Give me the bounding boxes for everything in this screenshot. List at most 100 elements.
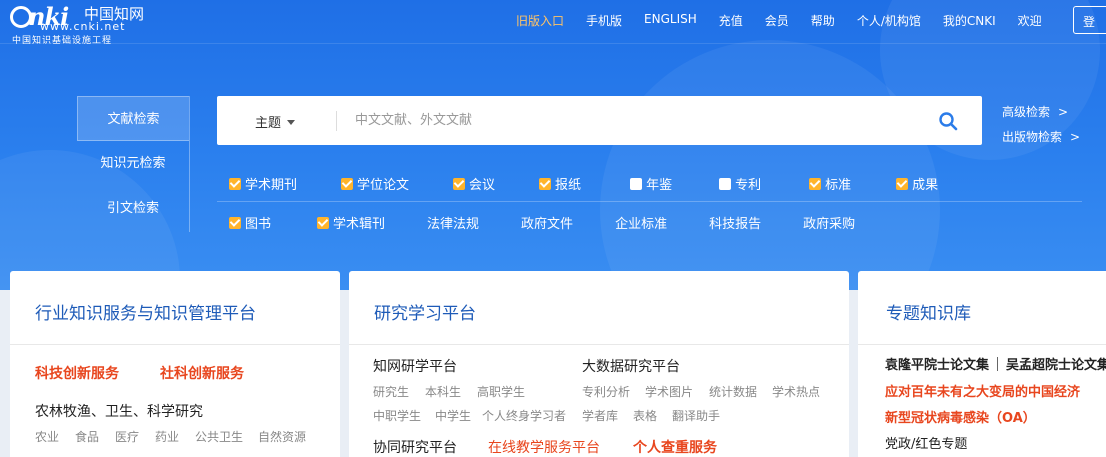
tab-citation-search[interactable]: 引文检索 [77, 186, 189, 231]
checkbox-checked-icon[interactable] [229, 177, 241, 190]
db-option[interactable]: 政府文件 [521, 213, 573, 232]
link-online-teaching[interactable]: 在线教学服务平台 [488, 437, 600, 457]
tag-food[interactable]: 食品 [75, 428, 99, 445]
search-icon[interactable] [938, 111, 958, 131]
link-tech-innovation[interactable]: 科技创新服务 [35, 363, 119, 383]
link-plagiarism-check[interactable]: 个人查重服务 [633, 437, 717, 457]
tag-academic-hotspots[interactable]: 学术热点 [772, 383, 820, 400]
db-option-label: 年鉴 [646, 178, 673, 193]
nav-member[interactable]: 会员 [765, 12, 789, 30]
nav-help[interactable]: 帮助 [811, 12, 835, 30]
db-option-label: 会议 [469, 178, 496, 193]
checkbox-checked-icon[interactable] [453, 177, 466, 190]
link-collaborative-research[interactable]: 协同研究平台 [373, 437, 457, 457]
tag-tables[interactable]: 表格 [633, 407, 657, 424]
tag-translation-assistant[interactable]: 翻译助手 [672, 407, 720, 424]
nav-welcome: 欢迎 [1017, 14, 1042, 28]
link-wu-mengchao[interactable]: 吴孟超院士论文集 [1006, 358, 1106, 373]
db-option[interactable]: 会议 [453, 174, 495, 193]
checkbox-unchecked-icon[interactable] [719, 177, 732, 190]
card-divider [349, 344, 849, 345]
tag-medical[interactable]: 医疗 [115, 428, 139, 445]
db-option[interactable]: 学术辑刊 [317, 213, 385, 232]
link-party-red-topic[interactable]: 党政/红色专题 [885, 433, 967, 452]
card-title[interactable]: 专题知识库 [886, 299, 971, 324]
db-option[interactable]: 成果 [896, 174, 938, 193]
db-option[interactable]: 法律法规 [427, 213, 479, 232]
db-option[interactable]: 专利 [719, 174, 761, 193]
tag-pharma[interactable]: 药业 [155, 428, 179, 445]
tag-scholar-library[interactable]: 学者库 [582, 407, 618, 424]
db-option-label: 成果 [912, 178, 939, 193]
nav-english[interactable]: ENGLISH [644, 12, 697, 30]
login-button[interactable]: 登 [1073, 6, 1106, 34]
checkbox-checked-icon[interactable] [341, 177, 354, 190]
card-title[interactable]: 行业知识服务与知识管理平台 [35, 299, 256, 324]
separator [997, 357, 999, 371]
tab-literature-search[interactable]: 文献检索 [77, 96, 189, 141]
link-cnki-study-platform[interactable]: 知网研学平台 [373, 356, 457, 376]
db-option-label: 专利 [735, 178, 762, 193]
db-option[interactable]: 标准 [809, 174, 851, 193]
checkbox-checked-icon[interactable] [317, 216, 330, 229]
cnki-logo[interactable]: nki 中国知网 www.cnki.net 中国知识基础设施工程 [10, 2, 160, 46]
tag-secondary-vocational[interactable]: 中职学生 [373, 407, 421, 424]
checkbox-checked-icon[interactable] [229, 216, 241, 229]
tag-undergraduate[interactable]: 本科生 [425, 383, 461, 400]
tag-vocational-college[interactable]: 高职学生 [477, 383, 525, 400]
db-option-label: 企业标准 [615, 217, 668, 232]
db-option[interactable]: 报纸 [539, 174, 581, 193]
tab-knowledge-element-search[interactable]: 知识元检索 [77, 141, 189, 186]
db-option[interactable]: 学术期刊 [229, 174, 297, 193]
db-option[interactable]: 图书 [229, 213, 271, 232]
tag-agriculture[interactable]: 农业 [35, 428, 59, 445]
section-agri-health-research[interactable]: 农林牧渔、卫生、科学研究 [35, 401, 203, 421]
search-field-select[interactable]: 主题 [255, 112, 296, 131]
card-title[interactable]: 研究学习平台 [374, 299, 476, 324]
db-option-label: 法律法规 [427, 217, 480, 232]
advanced-links: 高级检索 > 出版物检索 > [1002, 103, 1080, 153]
link-social-innovation[interactable]: 社科创新服务 [160, 363, 244, 383]
checkbox-checked-icon[interactable] [896, 177, 909, 190]
db-option-label: 学位论文 [357, 178, 410, 193]
tag-lifelong-learner[interactable]: 个人终身学习者 [482, 407, 566, 424]
tag-graduate[interactable]: 研究生 [373, 383, 409, 400]
top-bar: nki 中国知网 www.cnki.net 中国知识基础设施工程 旧版入口 手机… [0, 0, 1106, 46]
link-covid-topic[interactable]: 新型冠状病毒感染（OA） [885, 407, 1036, 426]
nav-mobile[interactable]: 手机版 [586, 12, 622, 30]
db-option-label: 学术期刊 [245, 178, 298, 193]
db-option-label: 报纸 [555, 178, 582, 193]
link-yuan-longping[interactable]: 袁隆平院士论文集 [885, 358, 989, 373]
logo-url: www.cnki.net [40, 20, 126, 33]
card-industry-platform: 行业知识服务与知识管理平台 科技创新服务 社科创新服务 农林牧渔、卫生、科学研究… [10, 271, 340, 457]
topic-line-1: 袁隆平院士论文集 吴孟超院士论文集 [885, 354, 1106, 373]
checkbox-unchecked-icon[interactable] [630, 177, 643, 190]
checkbox-checked-icon[interactable] [809, 177, 822, 190]
nav-my-cnki[interactable]: 我的CNKI [943, 12, 996, 30]
link-big-data-platform[interactable]: 大数据研究平台 [582, 356, 680, 376]
database-row-2: 图书 学术辑刊 法律法规 政府文件 企业标准 科技报告 政府采购 [229, 213, 855, 232]
tag-natural-resources[interactable]: 自然资源 [258, 428, 306, 445]
checkbox-checked-icon[interactable] [539, 177, 552, 190]
db-option[interactable]: 年鉴 [630, 174, 672, 193]
tag-middle-school[interactable]: 中学生 [435, 407, 471, 424]
search-input[interactable] [355, 108, 915, 132]
tag-public-health[interactable]: 公共卫生 [195, 428, 243, 445]
db-option-label: 政府采购 [803, 217, 856, 232]
link-china-economy-topic[interactable]: 应对百年未有之大变局的中国经济 [885, 381, 1080, 400]
db-option-label: 标准 [825, 178, 852, 193]
db-option[interactable]: 科技报告 [709, 213, 761, 232]
db-option[interactable]: 企业标准 [615, 213, 667, 232]
search-type-tabs: 文献检索 知识元检索 引文检索 [77, 96, 190, 232]
chevron-right-icon: > [1070, 130, 1081, 144]
tag-academic-images[interactable]: 学术图片 [645, 383, 693, 400]
tag-statistics[interactable]: 统计数据 [709, 383, 757, 400]
db-option[interactable]: 学位论文 [341, 174, 409, 193]
tag-patent-analysis[interactable]: 专利分析 [582, 383, 630, 400]
advanced-search-link[interactable]: 高级检索 > [1002, 103, 1080, 120]
nav-old-version[interactable]: 旧版入口 [516, 12, 564, 30]
db-option[interactable]: 政府采购 [803, 213, 855, 232]
nav-recharge[interactable]: 充值 [719, 12, 743, 30]
publication-search-link[interactable]: 出版物检索 > [1002, 128, 1080, 145]
nav-personal-institution[interactable]: 个人/机构馆 [857, 12, 921, 30]
